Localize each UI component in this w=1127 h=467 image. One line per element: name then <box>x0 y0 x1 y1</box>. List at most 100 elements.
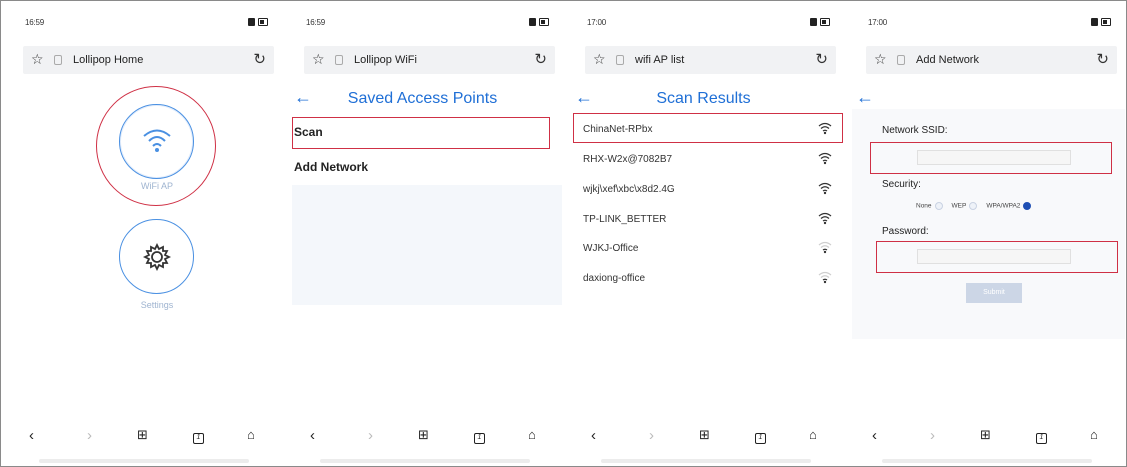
status-time: 17:00 <box>587 18 607 27</box>
network-row[interactable]: WJKJ-Office <box>583 239 838 261</box>
settings-label: Settings <box>140 300 174 310</box>
back-icon[interactable]: ‹ <box>591 427 596 444</box>
status-time: 17:00 <box>868 18 888 27</box>
password-label: Password: <box>882 226 929 237</box>
url-title: Add Network <box>916 54 979 66</box>
screen-scan-results: 17:00 ☆ wifi AP list ↻ ← Scan Results Ch… <box>563 1 844 466</box>
home-icon[interactable]: ⌂ <box>809 427 817 442</box>
network-row[interactable]: TP-LINK_BETTER <box>583 210 838 232</box>
network-name: TP-LINK_BETTER <box>583 214 667 225</box>
submit-button[interactable]: Submit <box>966 283 1022 303</box>
password-input[interactable] <box>917 249 1071 264</box>
forward-icon[interactable]: › <box>87 427 92 444</box>
home-icon[interactable]: ⌂ <box>528 427 536 442</box>
wifi-signal-icon <box>818 182 832 195</box>
forward-icon[interactable]: › <box>368 427 373 444</box>
page-title: Scan Results <box>656 90 751 107</box>
battery-icon <box>248 18 268 26</box>
network-row[interactable]: RHX-W2x@7082B7 <box>583 150 838 172</box>
tabs-icon[interactable]: ⊞ <box>137 427 148 443</box>
url-bar[interactable]: ☆ Lollipop Home ↻ <box>23 46 274 74</box>
back-icon[interactable]: ‹ <box>310 427 315 444</box>
bookmark-star-icon[interactable]: ☆ <box>593 51 606 68</box>
ssid-label: Network SSID: <box>882 125 948 136</box>
gesture-bar <box>601 459 811 463</box>
network-row[interactable]: daxiong-office <box>583 269 838 291</box>
network-row[interactable]: ChinaNet-RPbx <box>583 120 838 142</box>
wifi-signal-icon <box>818 212 832 225</box>
security-radio-none[interactable] <box>934 202 943 210</box>
network-row[interactable]: wjkj\xef\xbc\x8d2.4G <box>583 180 838 202</box>
add-network-content: ← Network SSID: Security: None WEP WPA/WPA… <box>844 81 1125 406</box>
security-radio-wpa[interactable] <box>1023 202 1032 210</box>
screen-saved-access-points: 16:59 ☆ Lollipop WiFi ↻ ← Saved Access P… <box>282 1 563 466</box>
security-label: Security: <box>882 179 921 190</box>
gesture-bar <box>320 459 530 463</box>
wifi-signal-icon <box>818 152 832 165</box>
bookmark-star-icon[interactable]: ☆ <box>874 51 887 68</box>
forward-icon[interactable]: › <box>649 427 654 444</box>
url-title: Lollipop Home <box>73 54 144 66</box>
url-bar[interactable]: ☆ Add Network ↻ <box>866 46 1117 74</box>
url-bar[interactable]: ☆ Lollipop WiFi ↻ <box>304 46 555 74</box>
network-name: wjkj\xef\xbc\x8d2.4G <box>583 184 675 195</box>
network-name: ChinaNet-RPbx <box>583 124 653 135</box>
reload-icon[interactable]: ↻ <box>534 50 547 68</box>
security-option-wep-label: WEP <box>951 202 967 210</box>
gesture-bar <box>882 459 1092 463</box>
security-option-none-label: None <box>916 202 932 210</box>
bookmark-star-icon[interactable]: ☆ <box>31 51 44 68</box>
reload-icon[interactable]: ↻ <box>815 50 828 68</box>
add-network-menu-item[interactable]: Add Network <box>294 160 368 174</box>
page-header: ← Scan Results <box>563 85 844 113</box>
url-bar[interactable]: ☆ wifi AP list ↻ <box>585 46 836 74</box>
scan-menu-item[interactable]: Scan <box>294 125 323 139</box>
list-background <box>292 185 562 305</box>
page-info-icon[interactable] <box>897 55 905 65</box>
page-info-icon[interactable] <box>335 55 343 65</box>
pages-icon[interactable]: 1 <box>755 427 766 444</box>
page-title: Saved Access Points <box>347 90 498 107</box>
tabs-icon[interactable]: ⊞ <box>418 427 429 443</box>
home-icon[interactable]: ⌂ <box>247 427 255 442</box>
browser-nav-bar: ‹ › ⊞ 1 ⌂ <box>844 421 1125 451</box>
back-arrow-icon[interactable]: ← <box>856 87 874 108</box>
tabs-icon[interactable]: ⊞ <box>699 427 710 443</box>
browser-nav-bar: ‹ › ⊞ 1 ⌂ <box>563 421 844 451</box>
screen-lollipop-home: 16:59 ☆ Lollipop Home ↻ WiFi AP Settings… <box>1 1 282 466</box>
status-bar: 17:00 <box>563 15 844 31</box>
page-info-icon[interactable] <box>616 55 624 65</box>
battery-icon <box>529 18 549 26</box>
settings-button[interactable]: Settings <box>119 219 194 310</box>
gear-icon <box>142 242 172 272</box>
home-icon[interactable]: ⌂ <box>1090 427 1098 442</box>
forward-icon[interactable]: › <box>930 427 935 444</box>
browser-nav-bar: ‹ › ⊞ 1 ⌂ <box>282 421 563 451</box>
reload-icon[interactable]: ↻ <box>253 50 266 68</box>
pages-icon[interactable]: 1 <box>1036 427 1047 444</box>
wifi-signal-icon <box>818 241 832 254</box>
back-icon[interactable]: ‹ <box>872 427 877 444</box>
battery-icon <box>810 18 830 26</box>
reload-icon[interactable]: ↻ <box>1096 50 1109 68</box>
bookmark-star-icon[interactable]: ☆ <box>312 51 325 68</box>
pages-icon[interactable]: 1 <box>474 427 485 444</box>
ssid-input[interactable] <box>917 150 1071 165</box>
gesture-bar <box>39 459 249 463</box>
back-icon[interactable]: ‹ <box>29 427 34 444</box>
network-name: daxiong-office <box>583 273 646 284</box>
wifi-signal-icon <box>818 271 832 284</box>
security-radio-wep[interactable] <box>969 202 978 210</box>
scan-highlight-box <box>292 117 550 149</box>
url-title: Lollipop WiFi <box>354 54 417 66</box>
network-name: WJKJ-Office <box>583 243 639 254</box>
status-time: 16:59 <box>25 18 45 27</box>
tabs-icon[interactable]: ⊞ <box>980 427 991 443</box>
home-content: WiFi AP Settings <box>1 81 282 406</box>
pages-icon[interactable]: 1 <box>193 427 204 444</box>
battery-icon <box>1091 18 1111 26</box>
status-bar: 16:59 <box>282 15 563 31</box>
status-bar: 17:00 <box>844 15 1125 31</box>
browser-nav-bar: ‹ › ⊞ 1 ⌂ <box>1 421 282 451</box>
page-info-icon[interactable] <box>54 55 62 65</box>
